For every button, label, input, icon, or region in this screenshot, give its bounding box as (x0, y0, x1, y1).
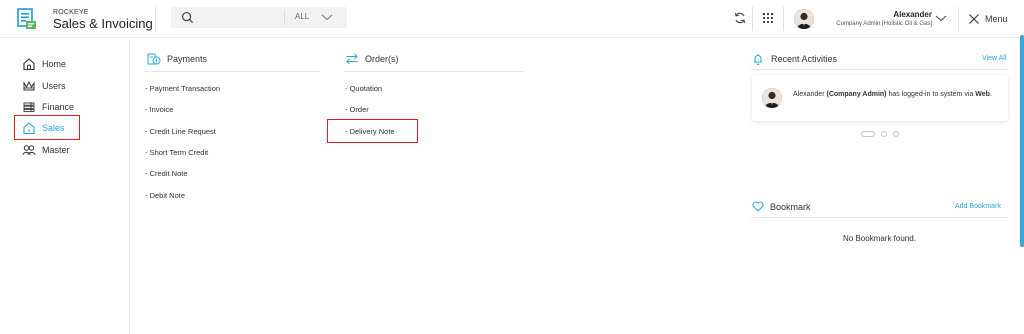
header-separator (752, 7, 753, 31)
sidebar-item-label: Users (42, 81, 66, 91)
sidebar-item-label: Finance (42, 102, 75, 112)
bookmark-empty-message: No Bookmark found. (843, 234, 916, 243)
bookmark-divider (751, 217, 1008, 218)
user-avatar-image-icon (794, 9, 814, 29)
finance-icon (23, 102, 35, 113)
refresh-icon[interactable] (733, 11, 747, 25)
user-avatar[interactable] (794, 9, 814, 29)
grid-apps-icon[interactable] (761, 11, 775, 25)
order-link[interactable]: - Order (345, 105, 369, 114)
sidebar-item-label: Master (42, 145, 70, 155)
home-icon (23, 58, 35, 71)
search-separator (284, 10, 285, 25)
delivery-note-highlight-box (327, 119, 418, 143)
add-bookmark-link[interactable]: Add Bookmark (955, 203, 1001, 210)
user-role: Company Admin [Holistic Oil & Gas] (836, 21, 932, 27)
search-icon[interactable] (181, 11, 194, 24)
credit-line-request-link[interactable]: - Credit Line Request (145, 127, 216, 136)
short-term-credit-link[interactable]: - Short Term Credit (145, 148, 208, 157)
orders-heading: Order(s) (345, 53, 495, 66)
menu-button[interactable]: Menu (985, 14, 1008, 24)
bookmark-title: Bookmark (770, 202, 811, 212)
activity-user-role: (Company Admin) (826, 91, 887, 98)
orders-divider (344, 71, 524, 72)
debit-note-link[interactable]: - Debit Note (145, 191, 185, 200)
header-divider (155, 7, 156, 31)
search-bar[interactable]: ALL (171, 7, 347, 28)
activity-user-name: Alexander (793, 91, 825, 98)
activity-action: has logged-in to system via (886, 91, 976, 98)
activity-channel: Web (975, 91, 990, 98)
payments-icon (147, 53, 161, 65)
payments-heading: Payments (147, 53, 297, 66)
search-filter-select[interactable]: ALL (295, 12, 309, 21)
header-separator (783, 7, 784, 31)
activity-avatar-image-icon (762, 88, 782, 108)
payments-title: Payments (167, 54, 208, 64)
recent-activities-title: Recent Activities (771, 54, 838, 64)
activity-card: Alexander (Company Admin) has logged-in … (752, 75, 1008, 121)
invoice-link[interactable]: - Invoice (145, 105, 173, 114)
swap-arrows-icon (346, 53, 358, 65)
orders-title: Order(s) (365, 54, 399, 64)
heart-icon (752, 201, 764, 212)
close-icon[interactable] (968, 13, 980, 25)
payments-divider (145, 71, 320, 72)
sales-highlight-box (14, 115, 80, 140)
credit-note-link[interactable]: - Credit Note (145, 169, 188, 178)
chevron-down-icon[interactable] (321, 12, 333, 22)
crown-icon (23, 80, 35, 91)
recent-activities-divider (751, 69, 1008, 70)
app-logo-icon[interactable] (17, 8, 37, 30)
brand-small-text: ROCKEYE (53, 9, 89, 16)
carousel-dot[interactable] (881, 131, 887, 137)
payment-transaction-link[interactable]: - Payment Transaction (145, 84, 220, 93)
app-title[interactable]: Sales & Invoicing (53, 16, 153, 31)
group-icon (22, 145, 36, 156)
bell-icon (754, 54, 762, 65)
activity-message: Alexander (Company Admin) has logged-in … (793, 91, 992, 98)
page-scrollbar[interactable] (1020, 35, 1024, 247)
user-name[interactable]: Alexander (893, 10, 932, 19)
header-separator (958, 7, 959, 31)
activity-end: . (989, 91, 992, 98)
sidebar-item-label: Home (42, 59, 67, 69)
carousel-dot[interactable] (893, 131, 899, 137)
activity-avatar (762, 88, 782, 108)
quotation-link[interactable]: - Quotation (345, 84, 382, 93)
top-header: ROCKEYE Sales & Invoicing ALL Alexander … (0, 0, 1024, 38)
view-all-link[interactable]: View All (982, 55, 1006, 62)
chevron-down-icon[interactable] (935, 13, 947, 23)
carousel-dot-active[interactable] (861, 131, 875, 137)
